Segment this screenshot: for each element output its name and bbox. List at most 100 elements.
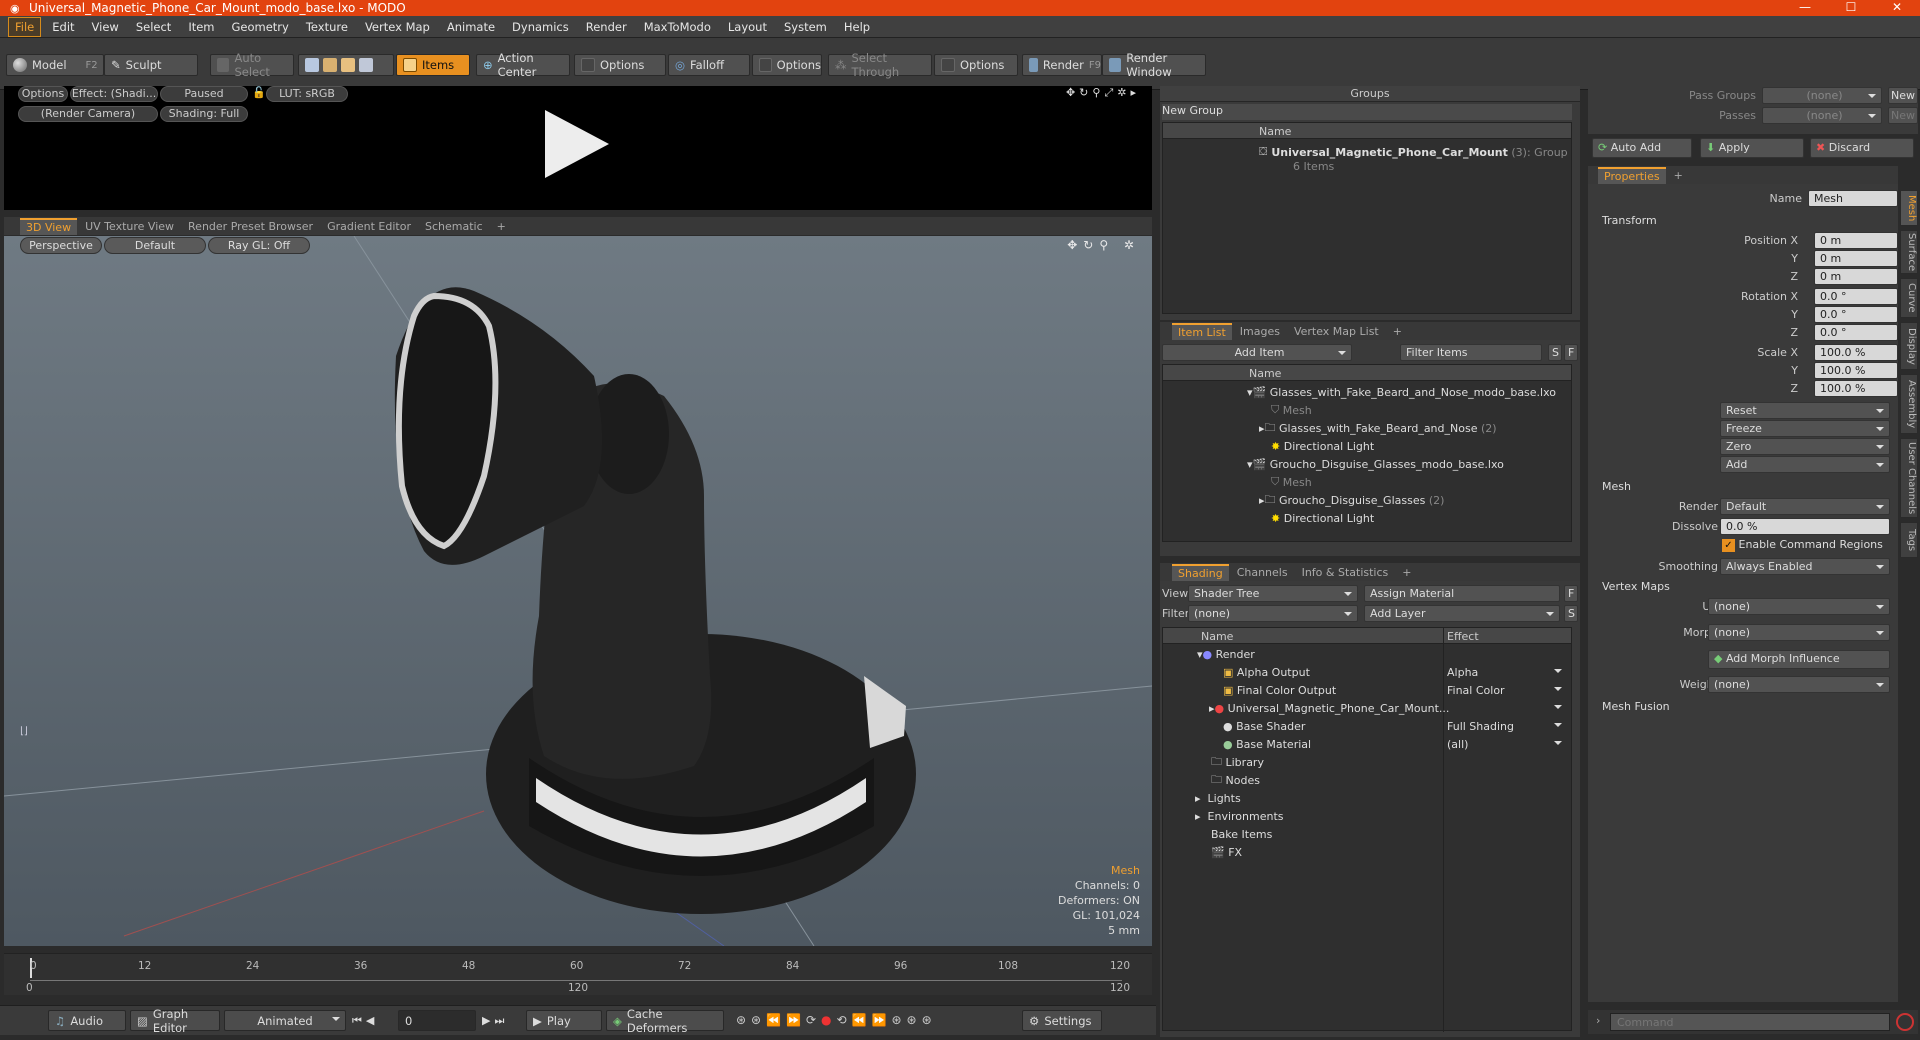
- transform-section[interactable]: Transform: [1602, 214, 1657, 227]
- item-list-f-button[interactable]: F: [1564, 344, 1578, 361]
- side-tab-assembly[interactable]: Assembly: [1900, 374, 1918, 434]
- scale-y-input[interactable]: 100.0 %: [1814, 362, 1898, 379]
- preview-nav-icons[interactable]: ✥↻⚲⤢✲▸: [1066, 86, 1140, 100]
- tab-schematic[interactable]: Schematic: [419, 219, 489, 234]
- passes-new-button[interactable]: New: [1888, 107, 1918, 124]
- timeline[interactable]: 0 12 24 36 48 60 72 84 96 108 120 0 120 …: [4, 953, 1152, 995]
- add-tab-button[interactable]: +: [1396, 565, 1417, 580]
- pass-groups-new-button[interactable]: New: [1888, 87, 1918, 104]
- add-tab-button[interactable]: +: [1387, 324, 1408, 339]
- add-morph-influence-button[interactable]: ◆ Add Morph Influence: [1708, 650, 1890, 669]
- tab-shading[interactable]: Shading: [1172, 563, 1229, 581]
- mesh-section[interactable]: Mesh: [1602, 480, 1631, 493]
- settings-button[interactable]: ⚙ Settings: [1022, 1010, 1102, 1031]
- side-tab-tags[interactable]: Tags: [1900, 522, 1918, 558]
- auto-add-button[interactable]: ⟳ Auto Add: [1592, 138, 1692, 158]
- falloff-button[interactable]: ◎ Falloff: [668, 54, 750, 76]
- mesh-fusion-section[interactable]: Mesh Fusion: [1602, 700, 1670, 713]
- name-input[interactable]: Mesh: [1808, 190, 1898, 207]
- menu-layout[interactable]: Layout: [722, 18, 773, 36]
- rotation-y-input[interactable]: 0.0 °: [1814, 306, 1898, 323]
- shader-row-lights[interactable]: ▸ Lights: [1195, 789, 1241, 807]
- menu-edit[interactable]: Edit: [46, 18, 80, 36]
- command-input[interactable]: [1610, 1013, 1890, 1031]
- filter-dropdown[interactable]: (none): [1188, 605, 1358, 622]
- menu-view[interactable]: View: [86, 18, 125, 36]
- animated-dropdown[interactable]: Animated: [224, 1010, 346, 1031]
- menu-texture[interactable]: Texture: [300, 18, 354, 36]
- tab-info-statistics[interactable]: Info & Statistics: [1296, 565, 1395, 580]
- new-group-button[interactable]: New Group: [1162, 104, 1572, 120]
- render-window-button[interactable]: Render Window: [1102, 51, 1206, 79]
- menu-dynamics[interactable]: Dynamics: [506, 18, 575, 36]
- render-preview-viewport[interactable]: Options Effect: (Shadi... Paused 🔓 LUT: …: [4, 86, 1152, 210]
- command-regions-checkbox[interactable]: ✓ Enable Command Regions: [1722, 538, 1883, 552]
- materials-mode-icon[interactable]: [359, 58, 373, 72]
- sculpt-mode-button[interactable]: ✎ Sculpt: [104, 54, 198, 76]
- auto-select-button[interactable]: Auto Select: [210, 51, 294, 79]
- position-y-input[interactable]: 0 m: [1814, 250, 1898, 267]
- menu-item[interactable]: Item: [182, 18, 220, 36]
- shader-row-alpha-output[interactable]: ▣ Alpha Output: [1223, 663, 1310, 681]
- preview-effect-dropdown[interactable]: Effect: (Shadi...: [70, 86, 158, 102]
- shader-row-base-material[interactable]: ● Base Material: [1223, 735, 1311, 753]
- scale-x-input[interactable]: 100.0 %: [1814, 344, 1898, 361]
- pass-groups-dropdown[interactable]: (none): [1762, 87, 1882, 104]
- minimize-button[interactable]: —: [1782, 0, 1828, 16]
- tree-row-group-2[interactable]: ▸ 🗀 Groucho_Disguise_Glasses (2): [1259, 491, 1444, 509]
- range-end[interactable]: 120: [1110, 982, 1130, 994]
- play-icon[interactable]: [545, 110, 609, 178]
- audio-button[interactable]: ♫ Audio: [48, 1010, 126, 1031]
- lock-icon[interactable]: 🔓: [252, 86, 266, 99]
- lut-dropdown[interactable]: LUT: sRGB: [266, 86, 348, 102]
- menu-vertex-map[interactable]: Vertex Map: [359, 18, 436, 36]
- base-material-effect-dropdown[interactable]: (all): [1447, 735, 1567, 753]
- tab-uv-texture-view[interactable]: UV Texture View: [79, 219, 180, 234]
- range-start[interactable]: 0: [26, 982, 33, 994]
- uv-dropdown[interactable]: (none): [1708, 598, 1890, 615]
- side-tab-user-channels[interactable]: User Channels: [1900, 438, 1918, 518]
- select-options-button[interactable]: Options: [934, 54, 1018, 76]
- close-button[interactable]: ✕: [1874, 0, 1920, 16]
- menu-system[interactable]: System: [778, 18, 833, 36]
- filter-items-input[interactable]: Filter Items: [1400, 344, 1542, 361]
- menu-geometry[interactable]: Geometry: [226, 18, 295, 36]
- weight-dropdown[interactable]: (none): [1708, 676, 1890, 693]
- shader-row-bake-items[interactable]: Bake Items: [1211, 825, 1272, 843]
- render-dropdown[interactable]: Default: [1720, 498, 1890, 515]
- shader-row-environments[interactable]: ▸ Environments: [1195, 807, 1283, 825]
- zero-dropdown[interactable]: Zero: [1720, 438, 1890, 455]
- model-mode-button[interactable]: Model F2: [6, 54, 104, 76]
- rotation-x-input[interactable]: 0.0 °: [1814, 288, 1898, 305]
- shader-row-fx[interactable]: 🎬 FX: [1211, 843, 1242, 861]
- action-center-options-button[interactable]: Options: [574, 54, 666, 76]
- action-center-button[interactable]: ⊕ Action Center: [476, 51, 570, 79]
- morph-dropdown[interactable]: (none): [1708, 624, 1890, 641]
- shader-row-render[interactable]: ▾ ● Render: [1197, 645, 1255, 663]
- graph-editor-button[interactable]: ▨ Graph Editor: [130, 1007, 220, 1035]
- menu-render[interactable]: Render: [580, 18, 633, 36]
- side-tab-curve[interactable]: Curve: [1900, 278, 1918, 318]
- menu-maxtomodo[interactable]: MaxToModo: [638, 18, 717, 36]
- rotation-z-input[interactable]: 0.0 °: [1814, 324, 1898, 341]
- add-tab-button[interactable]: +: [491, 219, 512, 234]
- position-x-input[interactable]: 0 m: [1814, 232, 1898, 249]
- tree-row-scene-2[interactable]: ▾ 🎬 Groucho_Disguise_Glasses_modo_base.l…: [1247, 455, 1504, 473]
- smoothing-dropdown[interactable]: Always Enabled: [1720, 558, 1890, 575]
- material-group-effect-dropdown[interactable]: [1447, 699, 1567, 717]
- vertex-maps-section[interactable]: Vertex Maps: [1602, 580, 1670, 593]
- tab-vertex-map-list[interactable]: Vertex Map List: [1288, 324, 1385, 339]
- shader-row-base-shader[interactable]: ● Base Shader: [1223, 717, 1305, 735]
- key-tools-icons[interactable]: ⊛⊛⏪⏩⟳●⟲⏪⏩⊛⊛⊛: [736, 1013, 937, 1027]
- select-through-button[interactable]: ⁂ Select Through: [828, 51, 932, 79]
- dissolve-input[interactable]: 0.0 %: [1720, 518, 1890, 535]
- shading-s-button[interactable]: S: [1564, 605, 1578, 622]
- tree-row-light-2[interactable]: ✸ Directional Light: [1271, 509, 1374, 527]
- add-item-dropdown[interactable]: Add Item: [1162, 344, 1352, 361]
- menu-help[interactable]: Help: [838, 18, 876, 36]
- stop-icon[interactable]: [1896, 1013, 1914, 1031]
- shader-row-nodes[interactable]: 🗀 Nodes: [1211, 771, 1260, 789]
- tab-properties[interactable]: Properties: [1598, 166, 1666, 184]
- tree-row-mesh-1[interactable]: ⛉ Mesh: [1271, 401, 1312, 419]
- render-button[interactable]: Render F9: [1022, 54, 1102, 76]
